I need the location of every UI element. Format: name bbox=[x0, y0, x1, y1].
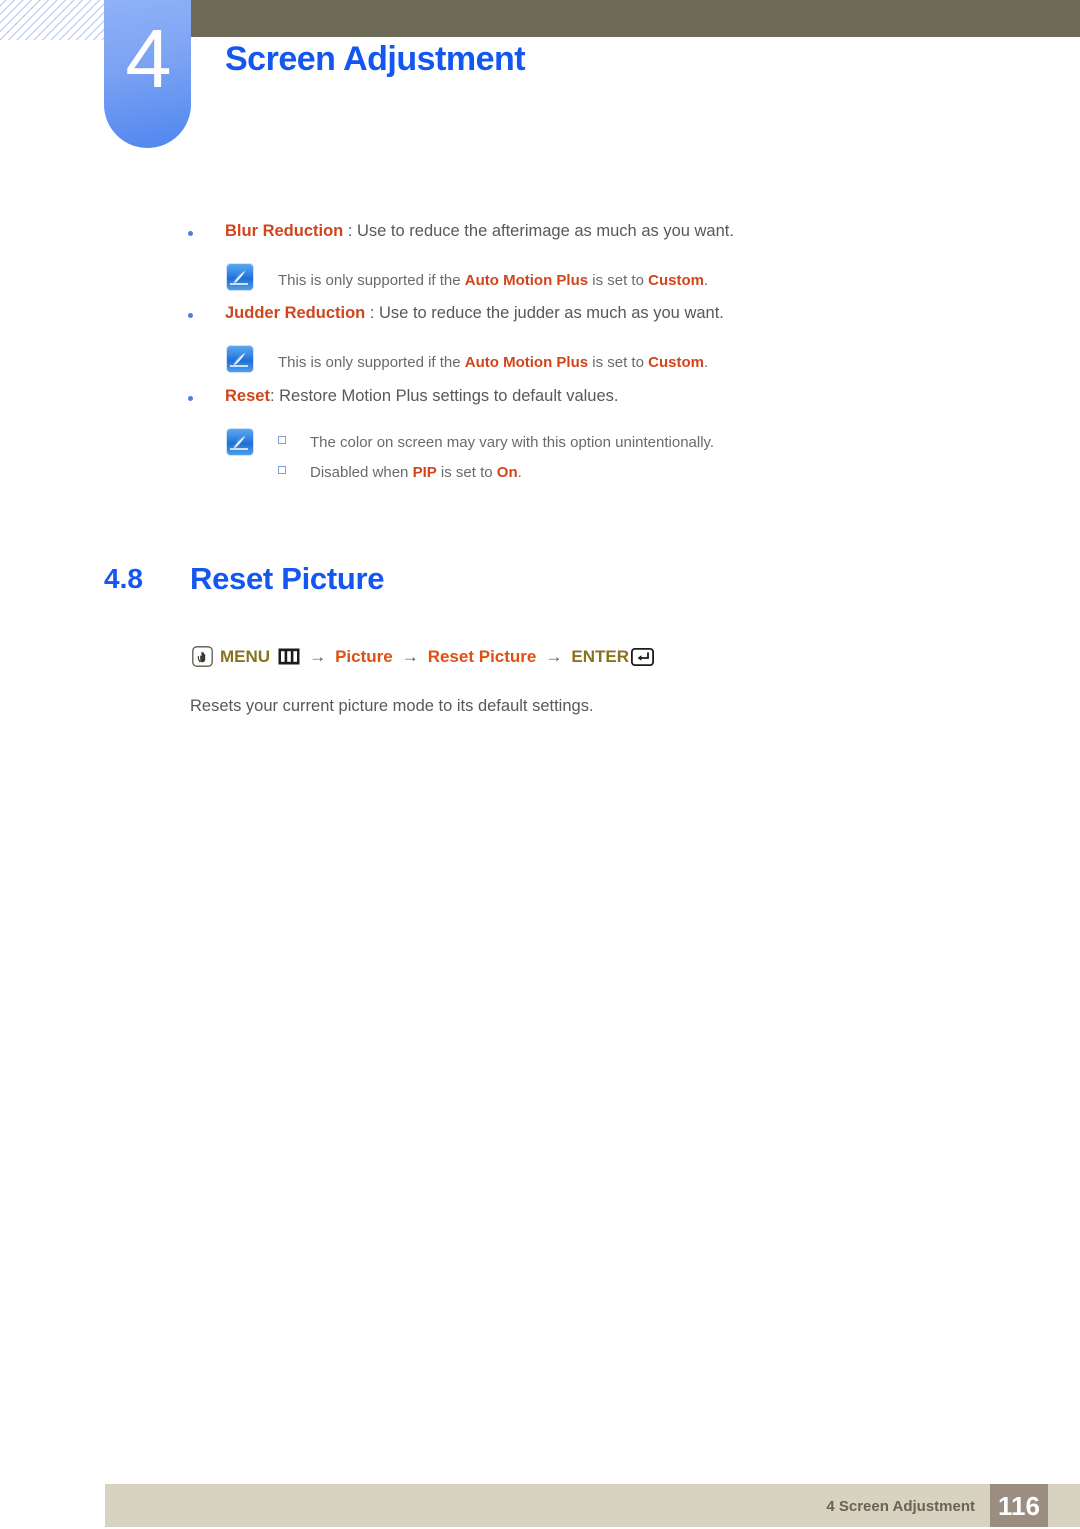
bullet-dot-icon bbox=[188, 313, 193, 318]
note-line: This is only supported if the Auto Motio… bbox=[278, 272, 708, 289]
note-text: The color on screen may vary with this o… bbox=[278, 428, 714, 488]
section-description: Resets your current picture mode to its … bbox=[190, 697, 594, 715]
sub-bullet-square-icon bbox=[278, 466, 286, 474]
list-item: Judder Reduction : Use to reduce the jud… bbox=[188, 304, 724, 323]
menu-label: MENU bbox=[220, 646, 271, 666]
page-number: 116 bbox=[990, 1484, 1048, 1527]
bullet-rest: : Use to reduce the judder as much as yo… bbox=[365, 304, 724, 322]
bullet-dot-icon bbox=[188, 396, 193, 401]
note-text-part: . bbox=[517, 464, 522, 481]
bullet-text: Judder Reduction : Use to reduce the jud… bbox=[225, 304, 724, 323]
note-keyword: Custom bbox=[648, 272, 704, 289]
note-text-part: is set to bbox=[588, 272, 649, 289]
list-item: Reset: Restore Motion Plus settings to d… bbox=[188, 387, 618, 406]
note-block: This is only supported if the Auto Motio… bbox=[226, 263, 708, 296]
bullet-keyword: Blur Reduction bbox=[225, 222, 344, 240]
bullet-dot-icon bbox=[188, 231, 193, 236]
menu-step-reset-picture: Reset Picture bbox=[427, 646, 537, 666]
bullet-text: Reset: Restore Motion Plus settings to d… bbox=[225, 387, 618, 406]
note-pen-icon bbox=[226, 345, 254, 373]
note-text-part: . bbox=[703, 354, 709, 371]
path-arrow-icon: → bbox=[309, 646, 327, 666]
sub-bullet-square-icon bbox=[278, 436, 286, 444]
list-item: Blur Reduction : Use to reduce the after… bbox=[188, 222, 734, 241]
header-olive-bar bbox=[190, 0, 1080, 37]
path-arrow-icon: → bbox=[545, 646, 563, 666]
note-text: This is only supported if the Auto Motio… bbox=[278, 263, 708, 296]
footer-chapter-label: 4 Screen Adjustment bbox=[826, 1498, 975, 1515]
menu-path: MENU → Picture → Reset Picture → ENTER bbox=[192, 646, 655, 667]
chapter-title: Screen Adjustment bbox=[225, 40, 526, 78]
path-arrow-icon: → bbox=[401, 646, 419, 666]
enter-return-icon bbox=[630, 647, 655, 666]
note-block: The color on screen may vary with this o… bbox=[226, 428, 714, 488]
note-text-part: is set to bbox=[588, 354, 649, 371]
note-text-part: . bbox=[703, 272, 709, 289]
note-block: This is only supported if the Auto Motio… bbox=[226, 345, 708, 378]
note-line: Disabled when PIP is set to On. bbox=[278, 458, 714, 488]
note-keyword: Custom bbox=[648, 354, 704, 371]
note-text-part: Disabled when bbox=[310, 464, 413, 481]
enter-label: ENTER bbox=[571, 646, 629, 666]
section-number: 4.8 bbox=[104, 563, 143, 594]
note-line: The color on screen may vary with this o… bbox=[278, 428, 714, 458]
note-keyword: Auto Motion Plus bbox=[464, 272, 589, 289]
note-keyword: PIP bbox=[412, 464, 437, 481]
bullet-keyword: Reset bbox=[225, 387, 270, 405]
bullet-keyword: Judder Reduction bbox=[225, 304, 366, 322]
note-keyword: Auto Motion Plus bbox=[464, 354, 589, 371]
note-text-part: is set to bbox=[436, 464, 497, 481]
note-line: This is only supported if the Auto Motio… bbox=[278, 354, 708, 371]
menu-bars-icon bbox=[278, 648, 300, 665]
chapter-number-badge: 4 bbox=[104, 0, 191, 148]
bullet-rest: : Use to reduce the afterimage as much a… bbox=[343, 222, 734, 240]
bullet-text: Blur Reduction : Use to reduce the after… bbox=[225, 222, 734, 241]
menu-step-picture: Picture bbox=[335, 646, 393, 666]
note-pen-icon bbox=[226, 263, 254, 291]
page-title: Reset Picture bbox=[190, 561, 385, 596]
note-keyword: On bbox=[496, 464, 518, 481]
note-text: This is only supported if the Auto Motio… bbox=[278, 345, 708, 378]
bullet-rest: : Restore Motion Plus settings to defaul… bbox=[269, 387, 619, 405]
hand-press-icon bbox=[192, 646, 213, 667]
note-text-part: This is only supported if the bbox=[278, 272, 465, 289]
note-pen-icon bbox=[226, 428, 254, 456]
note-text-part: The color on screen may vary with this o… bbox=[310, 434, 715, 451]
note-text-part: This is only supported if the bbox=[278, 354, 465, 371]
